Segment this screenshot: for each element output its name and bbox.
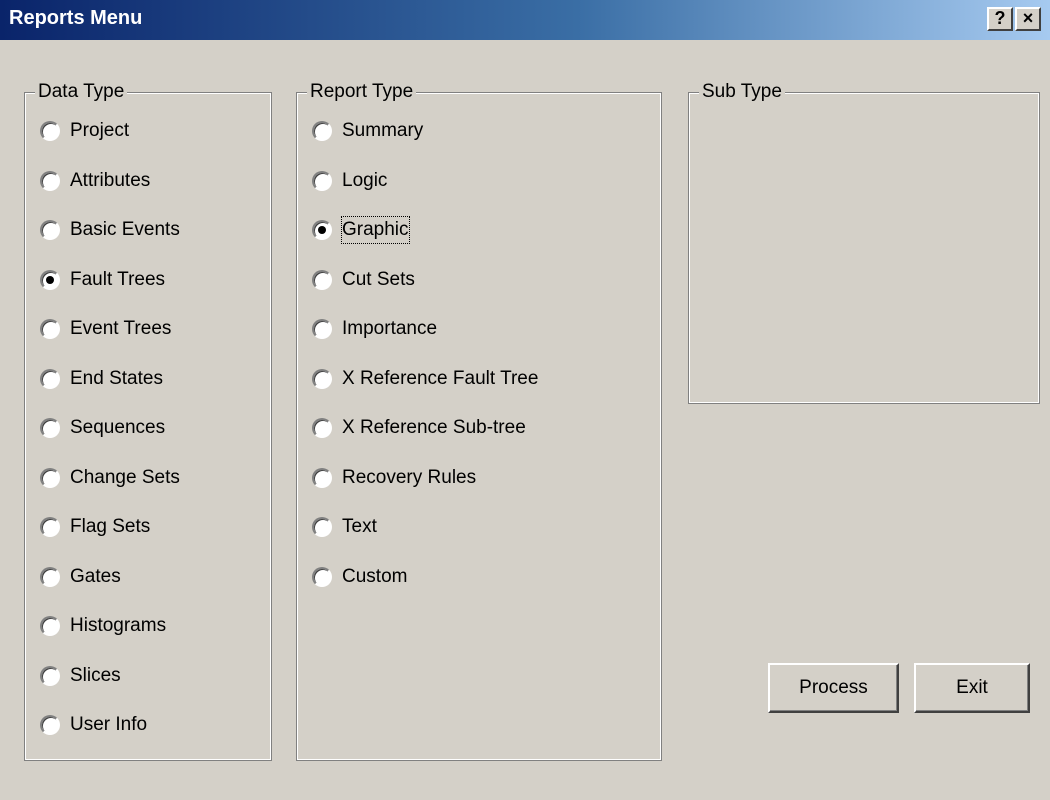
radio-button-icon[interactable] [312,171,332,191]
radio-label: User Info [70,714,148,735]
radio-button-icon[interactable] [40,319,60,339]
report-type-legend: Report Type [307,81,417,103]
radio-label: X Reference Fault Tree [342,368,539,389]
radio-button-icon[interactable] [40,715,60,735]
process-button[interactable]: Process [768,663,899,713]
radio-label: Summary [342,120,424,141]
sub-type-legend: Sub Type [699,81,785,103]
radio-label: Cut Sets [342,269,415,290]
radio-button-icon[interactable] [312,369,332,389]
radio-label: Importance [342,318,438,339]
radio-label: X Reference Sub-tree [342,417,526,438]
radio-label: Histograms [70,615,167,636]
data-type-group: Data Type Project Attributes Basic Events F… [24,81,272,761]
radio-selected-dot-icon [46,276,54,284]
radio-label: Project [70,120,130,141]
radio-button-icon[interactable] [40,666,60,686]
radio-label: Change Sets [70,467,180,488]
radio-label: Event Trees [70,318,172,339]
radio-label: Slices [70,665,121,686]
radio-label: Custom [342,566,408,587]
window-title: Reports Menu [9,7,143,29]
close-icon[interactable]: × [1015,7,1041,31]
radio-label: Recovery Rules [342,467,477,488]
radio-button-icon[interactable] [312,468,332,488]
radio-button-icon[interactable] [312,121,332,141]
radio-button-icon[interactable] [312,220,332,240]
data-type-legend: Data Type [35,81,128,103]
radio-button-icon[interactable] [40,616,60,636]
radio-button-icon[interactable] [40,418,60,438]
radio-button-icon[interactable] [312,270,332,290]
radio-label: Sequences [70,417,166,438]
radio-button-icon[interactable] [40,369,60,389]
radio-label: Attributes [70,170,151,191]
report-type-group: Report Type Summary Logic Graphic Cut Sets I… [296,81,662,761]
radio-button-icon[interactable] [40,121,60,141]
radio-label: Graphic [341,216,410,244]
radio-label: Text [342,516,377,537]
radio-label: End States [70,368,163,389]
radio-label: Gates [70,566,121,587]
radio-button-icon[interactable] [312,517,332,537]
radio-button-icon[interactable] [40,567,60,587]
radio-button-icon[interactable] [40,270,60,290]
help-icon[interactable]: ? [987,7,1013,31]
radio-button-icon[interactable] [40,468,60,488]
sub-type-group: Sub Type [688,81,1040,404]
radio-label: Basic Events [70,219,180,240]
radio-button-icon[interactable] [312,418,332,438]
radio-button-icon[interactable] [40,220,60,240]
radio-label: Fault Trees [70,269,166,290]
radio-selected-dot-icon [318,226,326,234]
radio-button-icon[interactable] [40,171,60,191]
radio-label: Logic [342,170,388,191]
radio-button-icon[interactable] [312,567,332,587]
radio-button-icon[interactable] [40,517,60,537]
radio-button-icon[interactable] [312,319,332,339]
title-bar: Reports Menu ? × [0,0,1050,40]
exit-button[interactable]: Exit [914,663,1030,713]
radio-label: Flag Sets [70,516,151,537]
